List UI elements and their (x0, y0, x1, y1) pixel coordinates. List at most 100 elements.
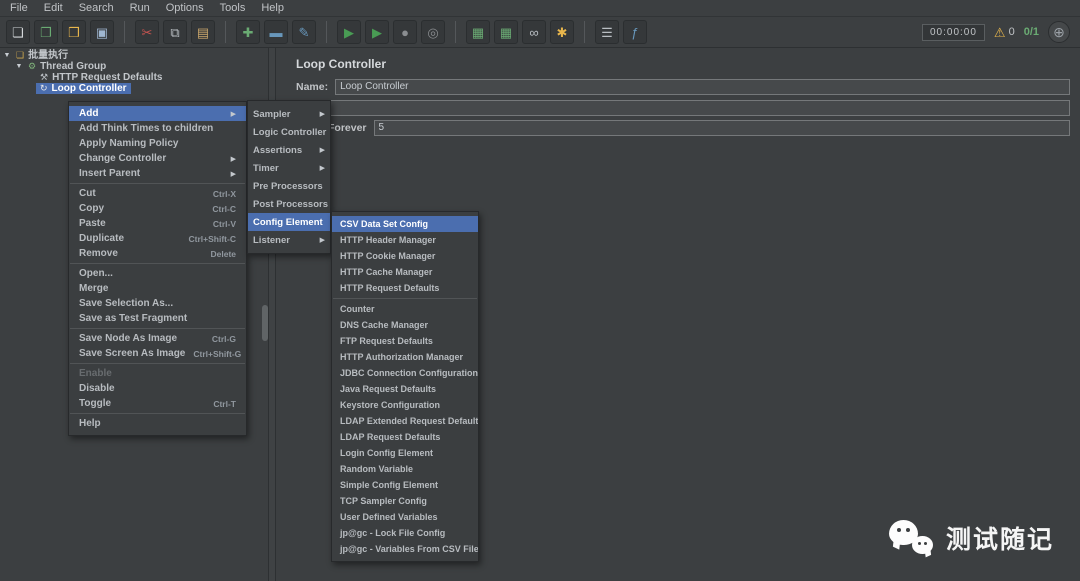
menu-options[interactable]: Options (158, 0, 212, 16)
menu-item-login-config-element[interactable]: Login Config Element (332, 445, 478, 461)
paste-icon: ▤ (196, 24, 210, 40)
submenu-arrow-icon: ▶ (319, 111, 325, 118)
save-button[interactable]: ▣ (90, 20, 114, 44)
menu-item-random-variable[interactable]: Random Variable (332, 461, 478, 477)
menu-item-save-screen-as-image[interactable]: Save Screen As Image Ctrl+Shift-G ▶ (69, 346, 246, 361)
menu-edit[interactable]: Edit (36, 0, 71, 16)
menu-item-remove[interactable]: Remove Delete ▶ (69, 246, 246, 261)
open-file-button[interactable]: ❒ (62, 20, 86, 44)
name-label: Name: (296, 80, 329, 93)
add-button[interactable]: ✚ (236, 20, 260, 44)
search-button[interactable]: ∞ (522, 20, 546, 44)
menu-item-dns-cache-manager[interactable]: DNS Cache Manager (332, 317, 478, 333)
menu-item-save-as-test-fragment[interactable]: Save as Test Fragment ▶ (69, 311, 246, 326)
menu-item-add-think-times[interactable]: Add Think Times to children ▶ (69, 121, 246, 136)
menu-item-counter[interactable]: Counter (332, 301, 478, 317)
new-file-button[interactable]: ❏ (6, 20, 30, 44)
menu-item-tcp-sampler-config[interactable]: TCP Sampler Config (332, 493, 478, 509)
globe-icon[interactable]: ⊕ (1048, 21, 1070, 43)
tree-item-test-plan[interactable]: ▼ ❏ 批量执行 (0, 50, 268, 61)
menu-item-http-request-defaults[interactable]: HTTP Request Defaults (332, 280, 478, 296)
menu-item-simple-config-element[interactable]: Simple Config Element (332, 477, 478, 493)
stop-button[interactable]: ● (393, 20, 417, 44)
menu-item-open[interactable]: Open... ▶ (69, 266, 246, 281)
tree-expander-icon[interactable]: ▼ (14, 61, 24, 72)
test-plan-icon: ❏ (16, 50, 25, 60)
menu-item-http-cache-manager[interactable]: HTTP Cache Manager (332, 264, 478, 280)
menu-item-disable[interactable]: Disable ▶ (69, 381, 246, 396)
menu-item-save-selection-as[interactable]: Save Selection As... ▶ (69, 296, 246, 311)
menu-item-jdbc-connection-configuration[interactable]: JDBC Connection Configuration (332, 365, 478, 381)
menu-item-ldap-request-defaults[interactable]: LDAP Request Defaults (332, 429, 478, 445)
menu-item-duplicate[interactable]: Duplicate Ctrl+Shift-C ▶ (69, 231, 246, 246)
tree-item-loop-controller[interactable]: ↻ Loop Controller (0, 83, 268, 94)
tree-item-thread-group[interactable]: ▼ ⚙ Thread Group (0, 61, 268, 72)
menu-item-merge[interactable]: Merge ▶ (69, 281, 246, 296)
menu-item-user-defined-variables[interactable]: User Defined Variables (332, 509, 478, 525)
menu-tools[interactable]: Tools (212, 0, 254, 16)
watermark: 测试随记 (888, 519, 1054, 558)
config-element-submenu: CSV Data Set Config HTTP Header Manager … (331, 211, 479, 562)
menu-item-timer[interactable]: Timer ▶ (248, 159, 330, 177)
start-no-pauses-button[interactable]: ▶ (365, 20, 389, 44)
menu-item-ftp-request-defaults[interactable]: FTP Request Defaults (332, 333, 478, 349)
menu-item-paste[interactable]: Paste Ctrl-V ▶ (69, 216, 246, 231)
menu-item-ldap-extended-request-defaults[interactable]: LDAP Extended Request Defaults (332, 413, 478, 429)
menu-item-java-request-defaults[interactable]: Java Request Defaults (332, 381, 478, 397)
menu-item-csv-data-set-config[interactable]: CSV Data Set Config (332, 216, 478, 232)
menu-item-jpgc-lock-file-config[interactable]: jp@gc - Lock File Config (332, 525, 478, 541)
remove-button[interactable]: ▬ (264, 20, 288, 44)
menu-item-http-cookie-manager[interactable]: HTTP Cookie Manager (332, 248, 478, 264)
submenu-arrow-icon: ▶ (230, 155, 236, 163)
edit-button[interactable]: ✎ (292, 20, 316, 44)
menu-file[interactable]: File (2, 0, 36, 16)
tree-scrollbar-thumb[interactable] (262, 305, 268, 341)
toolbar-buttons: ❏ ❐ ❒ ▣ ✂ ⧉ ▤ ✚ ▬ ✎ ▶ ▶ ● ◎ ▦ ▦ ∞ ✱ ☰ ƒ (6, 20, 647, 44)
menu-item-enable[interactable]: Enable ▶ (69, 366, 246, 381)
comments-input[interactable] (280, 100, 1070, 116)
loop-count-input[interactable] (373, 119, 1070, 136)
menu-item-insert-parent[interactable]: Insert Parent ▶ (69, 166, 246, 181)
clear-icon: ☰ (601, 24, 613, 40)
name-input[interactable] (335, 78, 1070, 95)
menu-item-toggle[interactable]: Toggle Ctrl-T ▶ (69, 396, 246, 411)
menu-item-add[interactable]: Add ▶ (69, 106, 246, 121)
menu-item-apply-naming-policy[interactable]: Apply Naming Policy ▶ (69, 136, 246, 151)
menu-item-listener[interactable]: Listener ▶ (248, 231, 330, 249)
globe-glyph: ⊕ (1053, 23, 1065, 40)
search-reset-button[interactable]: ✱ (550, 20, 574, 44)
cut-button[interactable]: ✂ (135, 20, 159, 44)
menu-search[interactable]: Search (71, 0, 122, 16)
paste-button[interactable]: ▤ (191, 20, 215, 44)
templates-button[interactable]: ❐ (34, 20, 58, 44)
remote-start-button[interactable]: ▦ (466, 20, 490, 44)
log-error-indicator[interactable]: ⚠ 0 (994, 26, 1015, 39)
menu-item-post-processors[interactable]: Post Processors ▶ (248, 195, 330, 213)
clear-button[interactable]: ☰ (595, 20, 619, 44)
function-helper-button[interactable]: ƒ (623, 20, 647, 44)
menu-item-copy[interactable]: Copy Ctrl-C ▶ (69, 201, 246, 216)
menu-run[interactable]: Run (122, 0, 158, 16)
tree-expander-icon[interactable]: ▼ (2, 50, 12, 61)
menu-item-logic-controller[interactable]: Logic Controller ▶ (248, 123, 330, 141)
menu-item-change-controller[interactable]: Change Controller ▶ (69, 151, 246, 166)
tree-item-http-request-defaults[interactable]: ⚒ HTTP Request Defaults (0, 72, 268, 83)
menu-item-help[interactable]: Help ▶ (69, 416, 246, 431)
menu-item-keystore-configuration[interactable]: Keystore Configuration (332, 397, 478, 413)
menu-item-save-node-as-image[interactable]: Save Node As Image Ctrl-G ▶ (69, 331, 246, 346)
menu-help[interactable]: Help (253, 0, 292, 16)
menu-item-jpgc-variables-from-csv-file[interactable]: jp@gc - Variables From CSV File (332, 541, 478, 557)
menu-item-config-element[interactable]: Config Element ▶ (248, 213, 330, 231)
menu-item-cut[interactable]: Cut Ctrl-X ▶ (69, 186, 246, 201)
menu-item-pre-processors[interactable]: Pre Processors ▶ (248, 177, 330, 195)
copy-button[interactable]: ⧉ (163, 20, 187, 44)
minus-icon: ▬ (269, 24, 283, 40)
menu-item-http-authorization-manager[interactable]: HTTP Authorization Manager (332, 349, 478, 365)
menu-item-sampler[interactable]: Sampler ▶ (248, 105, 330, 123)
remote-start-all-button[interactable]: ▦ (494, 20, 518, 44)
menu-item-assertions[interactable]: Assertions ▶ (248, 141, 330, 159)
test-duration-timer: 00:00:00 (921, 23, 985, 41)
start-button[interactable]: ▶ (337, 20, 361, 44)
menu-item-http-header-manager[interactable]: HTTP Header Manager (332, 232, 478, 248)
shutdown-button[interactable]: ◎ (421, 20, 445, 44)
